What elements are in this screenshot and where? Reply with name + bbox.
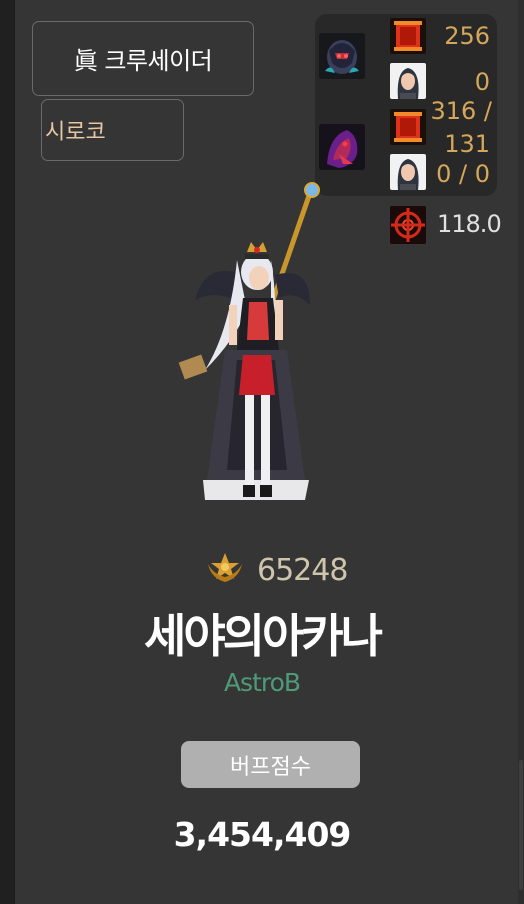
stat-value-1: 256	[444, 22, 490, 50]
buff-score-badge: 버프점수	[181, 741, 360, 788]
stat-value-3b: 131	[444, 130, 490, 158]
class-button[interactable]: 眞 크루세이더	[32, 21, 254, 96]
buff-score-label: 버프점수	[230, 754, 311, 780]
damage-value: 118.0	[437, 210, 502, 238]
server-button-label: 시로코	[45, 120, 106, 145]
server-button[interactable]: 시로코	[41, 99, 184, 161]
stat-value-2: 0	[474, 68, 490, 96]
fame-icon	[205, 550, 245, 590]
buff-score-value: 3,454,409	[173, 815, 352, 854]
stat-value-3a: 316 /	[430, 97, 492, 125]
fame-row: 65248	[205, 550, 348, 590]
crosshair-icon	[390, 206, 426, 244]
title-icon	[390, 18, 426, 54]
character-name: 세야의아카나	[144, 609, 383, 663]
weapon-creature-icon[interactable]	[319, 33, 365, 79]
class-button-label: 眞 크루세이더	[73, 47, 213, 75]
stat-value-4: 0 / 0	[436, 160, 490, 188]
portrait-icon-2	[390, 154, 426, 190]
guild-name[interactable]: AstroB	[0, 668, 524, 697]
scrollbar[interactable]	[518, 0, 524, 904]
creature-icon[interactable]	[319, 124, 365, 170]
character-sprite	[175, 180, 335, 525]
fame-value: 65248	[257, 552, 348, 588]
title-icon-2	[390, 109, 426, 145]
portrait-icon	[390, 63, 426, 99]
